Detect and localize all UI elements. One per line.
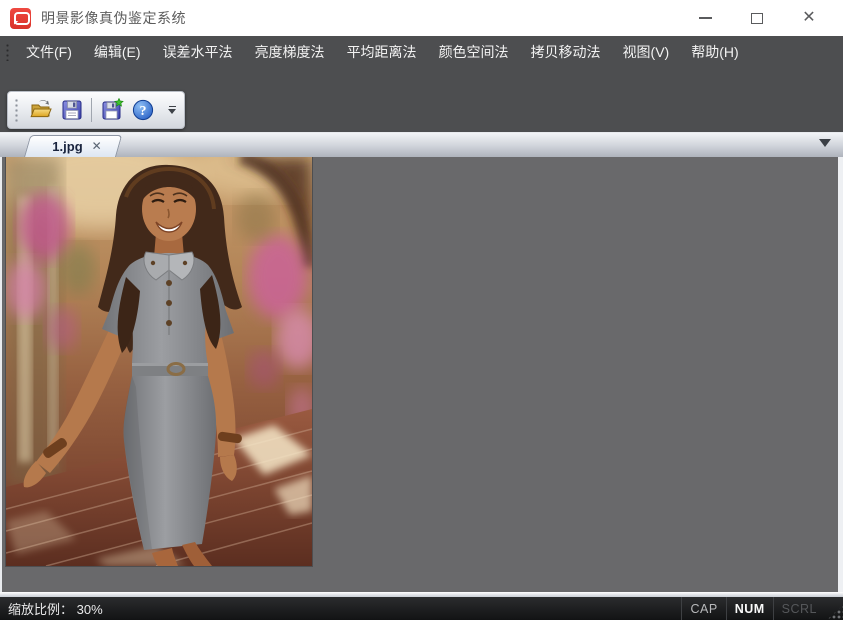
zoom-ratio-label: 缩放比例： 30%	[8, 599, 103, 618]
menu-bar: 文件(F) 编辑(E) 误差水平法 亮度梯度法 平均距离法 颜色空间法 拷贝移动…	[0, 36, 843, 68]
tab-list-dropdown-icon[interactable]	[819, 139, 831, 147]
save-icon	[60, 98, 84, 122]
save-button[interactable]	[56, 95, 87, 126]
toolbar-separator	[91, 98, 92, 122]
open-folder-icon	[29, 98, 53, 122]
menubar-grip-handle[interactable]	[5, 43, 10, 61]
save-as-button[interactable]	[96, 95, 127, 126]
menu-luminance-gradient[interactable]: 亮度梯度法	[244, 36, 336, 68]
tab-label: 1.jpg	[52, 139, 82, 154]
title-bar: 明景影像真伪鉴定系统 ✕	[0, 0, 843, 36]
help-icon: ?	[131, 98, 155, 122]
document-tab-bar: 1.jpg ✕	[0, 132, 843, 157]
menu-average-distance[interactable]: 平均距离法	[336, 36, 428, 68]
close-button[interactable]: ✕	[783, 0, 835, 36]
menu-error-level-analysis[interactable]: 误差水平法	[152, 36, 244, 68]
caps-lock-indicator: CAP	[681, 597, 725, 620]
minimize-button[interactable]	[679, 0, 731, 36]
menu-color-space[interactable]: 颜色空间法	[428, 36, 520, 68]
maximize-button[interactable]	[731, 0, 783, 36]
window-controls: ✕	[679, 0, 843, 36]
open-file-button[interactable]	[25, 95, 56, 126]
status-bar: 缩放比例： 30% CAP NUM SCRL	[0, 597, 843, 620]
keyboard-indicators: CAP NUM SCRL	[681, 597, 843, 620]
image-viewer-canvas[interactable]	[0, 157, 843, 592]
photo-document[interactable]	[6, 157, 312, 566]
help-button[interactable]: ?	[127, 95, 158, 126]
window-title: 明景影像真伪鉴定系统	[41, 8, 186, 28]
toolbar-overflow-button[interactable]	[165, 104, 179, 117]
toolbar-dock-area: ?	[0, 68, 843, 132]
menu-copy-move[interactable]: 拷贝移动法	[520, 36, 612, 68]
overflow-caret-icon	[168, 109, 176, 114]
maximize-icon	[751, 13, 763, 24]
num-lock-indicator: NUM	[726, 597, 773, 620]
tab-1jpg[interactable]: 1.jpg ✕	[24, 135, 116, 157]
menu-file[interactable]: 文件(F)	[15, 36, 83, 68]
menu-help[interactable]: 帮助(H)	[680, 36, 749, 68]
tab-close-icon[interactable]: ✕	[92, 140, 102, 152]
minimize-icon	[699, 17, 712, 19]
menu-edit[interactable]: 编辑(E)	[83, 36, 152, 68]
save-as-icon	[100, 98, 124, 122]
menu-view[interactable]: 视图(V)	[612, 36, 681, 68]
app-logo-icon	[10, 8, 31, 29]
main-toolbar: ?	[7, 91, 185, 129]
close-icon: ✕	[802, 10, 815, 26]
scroll-lock-indicator: SCRL	[773, 597, 825, 620]
help-question-glyph: ?	[139, 104, 146, 119]
photo-illustration	[6, 157, 312, 566]
toolbar-grip-handle[interactable]	[14, 98, 19, 122]
overflow-bar-icon	[169, 106, 176, 108]
window-resize-grip[interactable]	[827, 605, 843, 620]
app-window: 明景影像真伪鉴定系统 ✕ 文件(F) 编辑(E) 误差水平法 亮度梯度法 平均距…	[0, 0, 843, 620]
